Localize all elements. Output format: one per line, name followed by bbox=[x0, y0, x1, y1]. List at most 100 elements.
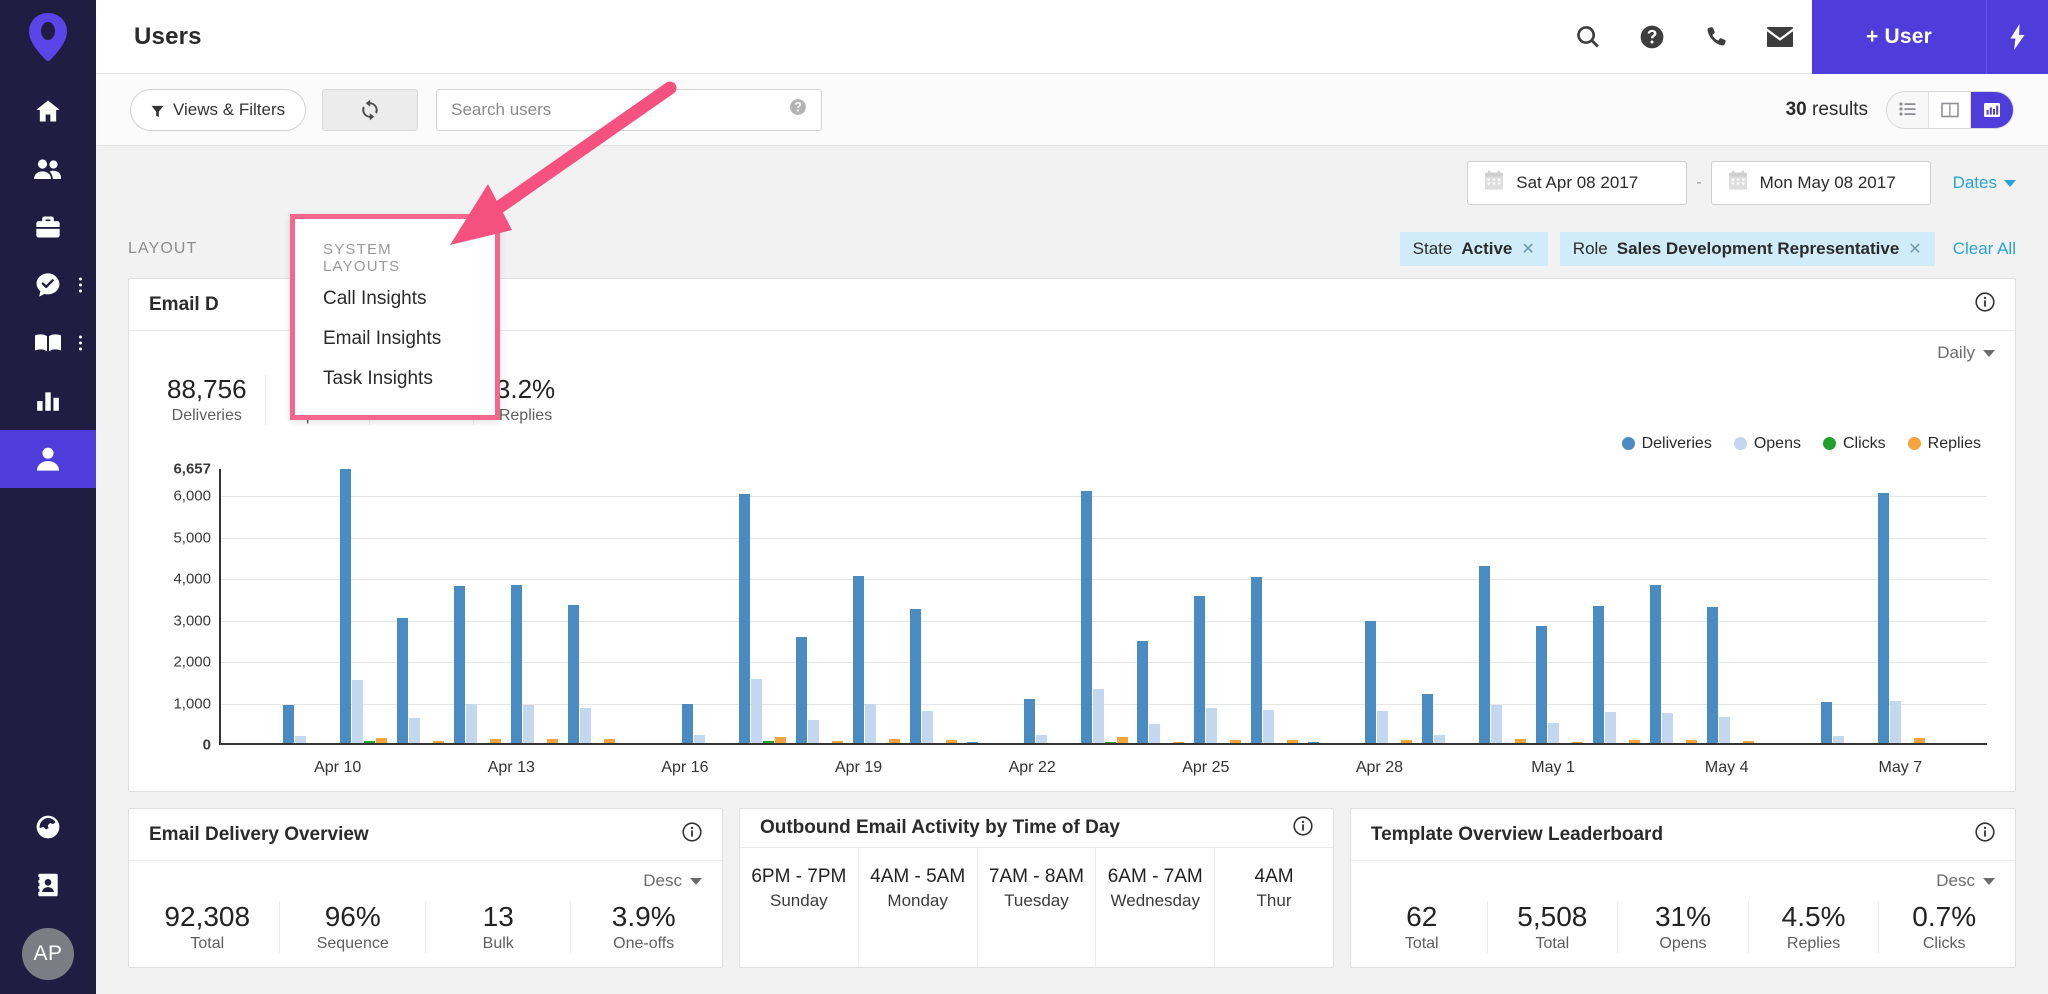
bar-deliveries[interactable] bbox=[1479, 565, 1491, 745]
search-input[interactable] bbox=[451, 99, 790, 120]
refresh-icon[interactable] bbox=[322, 88, 419, 131]
bar-deliveries[interactable] bbox=[1023, 699, 1035, 745]
bar-deliveries[interactable] bbox=[1194, 595, 1206, 745]
split-view-icon[interactable] bbox=[1929, 91, 1971, 128]
bar-deliveries[interactable] bbox=[1422, 694, 1434, 745]
legend-item-opens[interactable]: Opens bbox=[1733, 435, 1801, 453]
search-users-box[interactable] bbox=[436, 88, 823, 131]
bar-deliveries[interactable] bbox=[1650, 585, 1662, 745]
dates-dropdown[interactable]: Dates bbox=[1953, 173, 2016, 193]
bar-opens[interactable] bbox=[465, 703, 477, 745]
legend-item-deliveries[interactable]: Deliveries bbox=[1621, 435, 1712, 453]
menu-item-call-insights[interactable]: Call Insights bbox=[295, 279, 495, 319]
sidebar-item-deals[interactable] bbox=[0, 198, 96, 256]
sidebar-item-globe[interactable] bbox=[0, 798, 96, 856]
menu-item-email-insights[interactable]: Email Insights bbox=[295, 319, 495, 359]
sidebar-item-tasks[interactable] bbox=[0, 256, 96, 314]
close-icon[interactable]: ✕ bbox=[1908, 239, 1921, 259]
bar-opens[interactable] bbox=[1149, 724, 1161, 745]
menu-item-task-insights[interactable]: Task Insights bbox=[295, 359, 495, 399]
search-help-icon[interactable] bbox=[789, 98, 807, 121]
sidebar-item-users[interactable] bbox=[0, 430, 96, 488]
phone-icon[interactable] bbox=[1684, 0, 1748, 74]
bar-deliveries[interactable] bbox=[1878, 492, 1890, 745]
bar-deliveries[interactable] bbox=[795, 637, 807, 745]
bar-opens[interactable] bbox=[864, 703, 876, 745]
end-date-field[interactable]: Mon May 08 2017 bbox=[1710, 161, 1931, 205]
bar-deliveries[interactable] bbox=[396, 618, 408, 745]
bar-deliveries[interactable] bbox=[1821, 702, 1833, 745]
kpi-value: 5,508 bbox=[1517, 901, 1588, 932]
bar-deliveries[interactable] bbox=[681, 703, 693, 745]
sort-dropdown[interactable]: Desc bbox=[643, 871, 702, 891]
info-icon[interactable] bbox=[1975, 292, 1995, 317]
help-icon[interactable] bbox=[1620, 0, 1684, 74]
bar-opens[interactable] bbox=[1719, 716, 1731, 745]
bar-opens[interactable] bbox=[1548, 723, 1560, 745]
bar-opens[interactable] bbox=[1491, 704, 1503, 745]
bar-opens[interactable] bbox=[522, 705, 534, 745]
bar-deliveries[interactable] bbox=[1080, 491, 1092, 745]
bar-deliveries[interactable] bbox=[909, 608, 921, 745]
views-filters-button[interactable]: Views & Filters bbox=[130, 88, 307, 131]
bar-deliveries[interactable] bbox=[852, 575, 864, 745]
frequency-dropdown[interactable]: Daily bbox=[1937, 343, 1995, 363]
info-icon[interactable] bbox=[682, 822, 702, 847]
bar-deliveries[interactable] bbox=[1536, 625, 1548, 745]
bar-opens[interactable] bbox=[1377, 711, 1389, 745]
bar-deliveries[interactable] bbox=[282, 705, 294, 745]
list-view-icon[interactable] bbox=[1887, 91, 1929, 128]
sidebar-item-tasks-overflow[interactable] bbox=[79, 277, 82, 293]
start-date-field[interactable]: Sat Apr 08 2017 bbox=[1467, 161, 1688, 205]
bar-deliveries[interactable] bbox=[1365, 621, 1377, 745]
bar-opens[interactable] bbox=[579, 707, 591, 745]
bar-deliveries[interactable] bbox=[453, 585, 465, 745]
sidebar-item-reports[interactable] bbox=[0, 372, 96, 430]
bar-deliveries[interactable] bbox=[1707, 606, 1719, 745]
bar-opens[interactable] bbox=[750, 678, 762, 745]
sidebar-item-library-overflow[interactable] bbox=[79, 335, 82, 351]
filter-chip-role[interactable]: Role Sales Development Representative ✕ bbox=[1559, 232, 1935, 266]
kpi-replies: 4.5% Replies bbox=[1749, 901, 1880, 954]
app-logo[interactable] bbox=[0, 0, 96, 74]
bar-opens[interactable] bbox=[1662, 713, 1674, 745]
bar-deliveries[interactable] bbox=[1137, 641, 1149, 745]
sidebar-item-library[interactable] bbox=[0, 314, 96, 372]
clear-all-button[interactable]: Clear All bbox=[1953, 239, 2016, 259]
bar-deliveries[interactable] bbox=[510, 584, 522, 745]
add-user-button[interactable]: + User bbox=[1812, 0, 1986, 74]
bar-deliveries[interactable] bbox=[339, 468, 351, 745]
sort-dropdown[interactable]: Desc bbox=[1936, 871, 1996, 891]
bar-group bbox=[1303, 469, 1360, 745]
bar-opens[interactable] bbox=[1605, 712, 1617, 745]
chevron-down-icon bbox=[689, 877, 702, 885]
sidebar-item-contacts[interactable] bbox=[0, 856, 96, 914]
legend-item-replies[interactable]: Replies bbox=[1907, 435, 1981, 453]
bar-deliveries[interactable] bbox=[1593, 606, 1605, 745]
close-icon[interactable]: ✕ bbox=[1521, 239, 1534, 259]
bar-deliveries[interactable] bbox=[738, 494, 750, 745]
filter-chip-state[interactable]: State Active ✕ bbox=[1399, 232, 1548, 266]
legend-item-clicks[interactable]: Clicks bbox=[1822, 435, 1886, 453]
sidebar-item-people[interactable] bbox=[0, 140, 96, 198]
x-axis-tick-label bbox=[193, 759, 251, 777]
bar-opens[interactable] bbox=[1890, 701, 1902, 745]
lightning-bolt-icon[interactable] bbox=[1986, 0, 2048, 74]
bar-opens[interactable] bbox=[1263, 709, 1275, 745]
bar-opens[interactable] bbox=[1206, 707, 1218, 745]
bar-deliveries[interactable] bbox=[1251, 576, 1263, 745]
search-icon[interactable] bbox=[1556, 0, 1620, 74]
info-icon[interactable] bbox=[1293, 816, 1313, 841]
sidebar-item-home[interactable] bbox=[0, 82, 96, 140]
chart-view-icon[interactable] bbox=[1971, 91, 2013, 128]
bar-opens[interactable] bbox=[921, 710, 933, 745]
avatar[interactable]: AP bbox=[22, 928, 74, 980]
kpi-label: Total bbox=[1404, 935, 1439, 953]
bar-opens[interactable] bbox=[1092, 688, 1104, 745]
mail-icon[interactable] bbox=[1748, 0, 1812, 74]
bar-opens[interactable] bbox=[408, 718, 420, 745]
bar-opens[interactable] bbox=[807, 720, 819, 745]
info-icon[interactable] bbox=[1975, 822, 1995, 847]
bar-opens[interactable] bbox=[351, 679, 363, 745]
bar-deliveries[interactable] bbox=[567, 604, 579, 745]
